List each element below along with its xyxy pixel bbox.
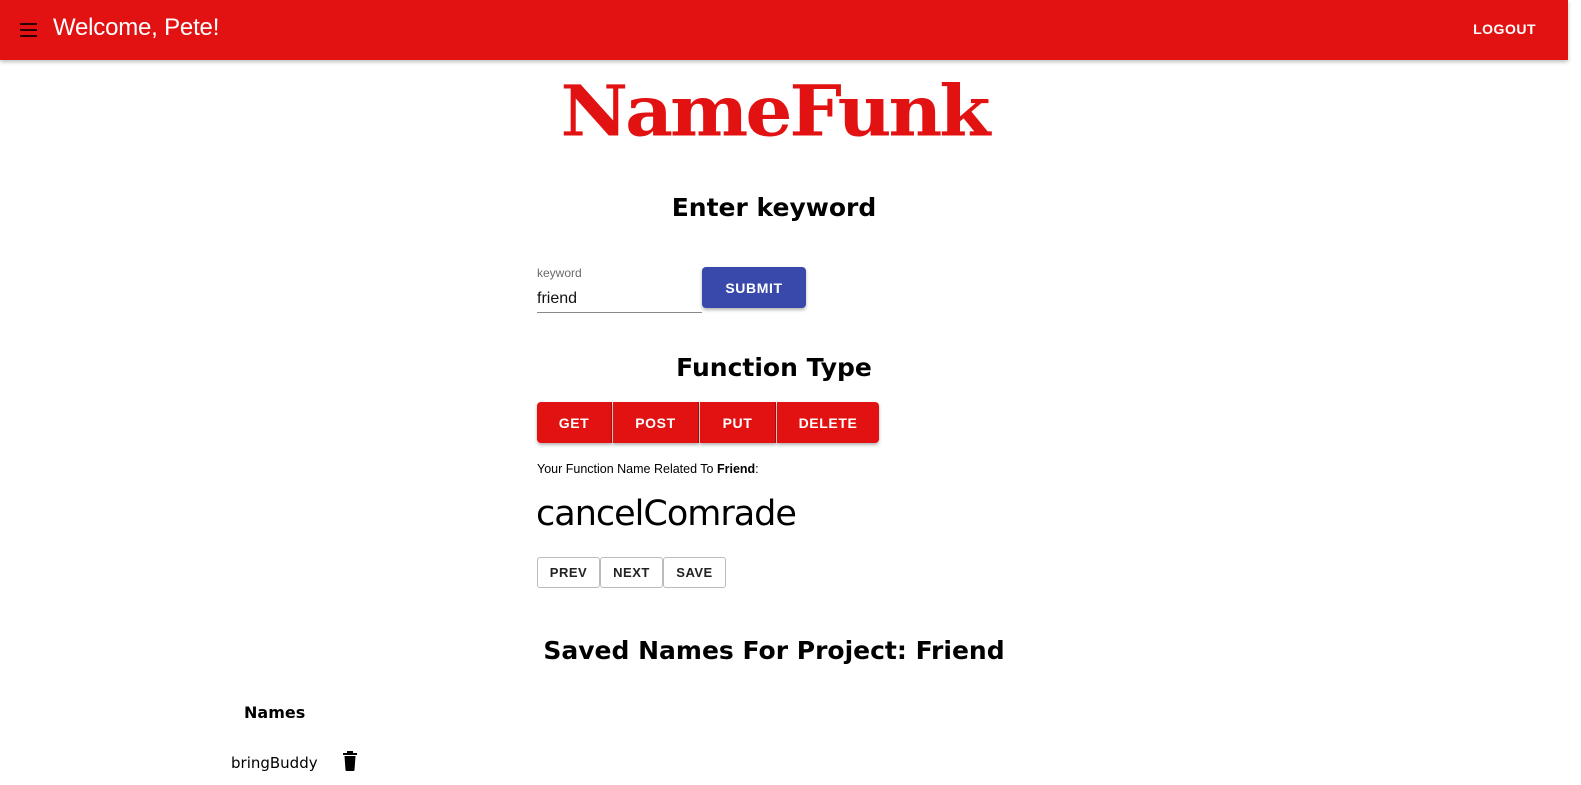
put-button[interactable]: PUT xyxy=(700,402,776,443)
related-keyword: Friend xyxy=(716,462,756,476)
welcome-title: Welcome, Pete! xyxy=(53,14,220,41)
generated-function-name: cancelComrade xyxy=(536,494,797,534)
saved-names-heading: Saved Names For Project: Friend xyxy=(543,636,1005,665)
saved-name: bringBuddy xyxy=(231,754,318,772)
related-keyword-line: Your Function Name Related To Friend: xyxy=(537,462,759,476)
saved-name-row: bringBuddy xyxy=(231,750,371,778)
next-button[interactable]: NEXT xyxy=(600,557,663,588)
app-bar: Welcome, Pete! LOGOUT xyxy=(0,0,1568,60)
logout-button[interactable]: LOGOUT xyxy=(1473,21,1536,37)
post-button[interactable]: POST xyxy=(613,402,699,443)
related-prefix: Your Function Name Related To xyxy=(537,462,717,476)
namefunk-logo: NameFunk xyxy=(560,71,990,153)
trash-icon[interactable] xyxy=(342,751,358,771)
prev-button[interactable]: PREV xyxy=(537,557,600,588)
save-button[interactable]: SAVE xyxy=(663,557,726,588)
hamburger-menu-icon[interactable] xyxy=(18,19,40,41)
submit-button[interactable]: SUBMIT xyxy=(702,267,806,308)
keyword-field: keyword xyxy=(537,266,702,314)
delete-button[interactable]: DELETE xyxy=(777,402,879,443)
get-button[interactable]: GET xyxy=(537,402,612,443)
enter-keyword-heading: Enter keyword xyxy=(671,193,877,222)
related-suffix: : xyxy=(755,462,759,476)
keyword-input[interactable] xyxy=(537,286,702,313)
keyword-field-label: keyword xyxy=(537,266,582,280)
function-type-heading: Function Type xyxy=(676,353,872,382)
names-column-header: Names xyxy=(244,703,306,722)
